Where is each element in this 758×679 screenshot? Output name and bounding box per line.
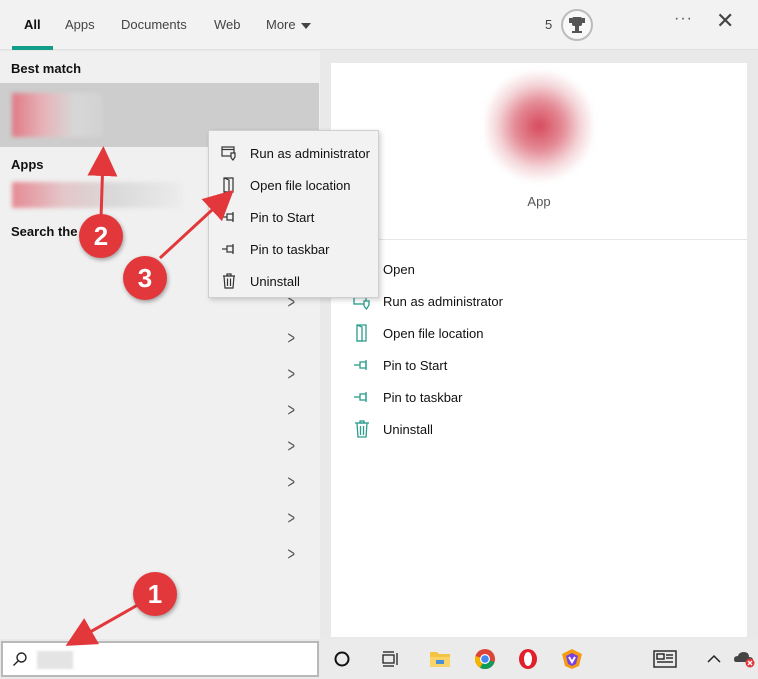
action-label: Open file location xyxy=(383,325,484,341)
search-box[interactable] xyxy=(1,641,319,677)
action-label: Run as administrator xyxy=(383,293,503,309)
shield-window-icon xyxy=(221,145,237,161)
search-icon xyxy=(12,651,28,667)
task-view-icon[interactable] xyxy=(378,647,402,671)
context-menu: Run as administrator Open file location … xyxy=(208,130,379,298)
chevron-right-icon[interactable]: > xyxy=(288,472,295,493)
action-open-file-location[interactable]: Open file location xyxy=(353,321,483,345)
chevron-right-icon[interactable]: > xyxy=(288,400,295,421)
action-pin-to-start[interactable]: Pin to Start xyxy=(353,353,447,377)
action-pin-to-taskbar[interactable]: Pin to taskbar xyxy=(353,385,463,409)
ctx-item-label: Run as administrator xyxy=(250,145,370,161)
tab-more-label: More xyxy=(266,17,296,32)
action-label: Open xyxy=(383,261,415,277)
ctx-item-label: Uninstall xyxy=(250,273,300,289)
tab-all[interactable]: All xyxy=(12,0,52,50)
tab-web[interactable]: Web xyxy=(214,0,241,50)
ctx-item-label: Pin to Start xyxy=(250,209,315,225)
chevron-right-icon[interactable]: > xyxy=(288,508,295,529)
ctx-item-label: Open file location xyxy=(250,177,351,193)
action-label: Pin to Start xyxy=(383,357,448,373)
ellipsis-icon[interactable]: ··· xyxy=(674,10,693,28)
opera-icon[interactable] xyxy=(516,647,540,671)
action-uninstall[interactable]: Uninstall xyxy=(353,417,433,441)
app-name: App xyxy=(527,194,551,209)
apps-heading: Apps xyxy=(11,157,44,172)
best-match-heading: Best match xyxy=(11,61,82,76)
app-icon-large xyxy=(486,71,592,181)
pin-icon xyxy=(353,388,371,406)
action-label: Uninstall xyxy=(383,421,433,437)
folder-icon xyxy=(353,324,371,342)
action-label: Pin to taskbar xyxy=(383,389,463,405)
cortana-icon[interactable] xyxy=(330,647,354,671)
chevron-right-icon[interactable]: > xyxy=(288,364,295,385)
chrome-icon[interactable] xyxy=(473,647,497,671)
annotation-badge-2: 2 xyxy=(79,214,123,258)
ctx-pin-to-start[interactable]: Pin to Start xyxy=(209,201,378,233)
rewards-trophy-icon[interactable] xyxy=(561,9,593,41)
ctx-item-label: Pin to taskbar xyxy=(250,241,330,257)
search-tab-bar: All Apps Documents Web More 5 ··· ✕ xyxy=(0,0,758,50)
ctx-pin-to-taskbar[interactable]: Pin to taskbar xyxy=(209,233,378,265)
pin-icon xyxy=(221,209,237,225)
chevron-up-icon[interactable] xyxy=(702,647,726,671)
file-explorer-icon[interactable] xyxy=(428,647,452,671)
rewards-points: 5 xyxy=(545,17,553,32)
tab-documents[interactable]: Documents xyxy=(121,0,187,50)
apps-result-blurred[interactable] xyxy=(12,182,182,208)
close-icon[interactable]: ✕ xyxy=(716,8,734,34)
tab-apps[interactable]: Apps xyxy=(65,0,95,50)
onedrive-error-icon[interactable] xyxy=(732,647,756,671)
pin-icon xyxy=(353,356,371,374)
search-input[interactable] xyxy=(37,651,73,669)
trash-icon xyxy=(221,273,237,289)
divider xyxy=(331,239,747,240)
avast-browser-icon[interactable] xyxy=(560,647,584,671)
trash-icon xyxy=(353,420,371,438)
annotation-badge-1: 1 xyxy=(133,572,177,616)
chevron-right-icon[interactable]: > xyxy=(288,328,295,349)
ctx-uninstall[interactable]: Uninstall xyxy=(209,265,378,297)
chevron-right-icon[interactable]: > xyxy=(288,544,295,565)
tab-more[interactable]: More xyxy=(266,0,311,50)
app-thumbnail-blurred xyxy=(12,93,102,137)
news-icon[interactable] xyxy=(653,647,677,671)
caret-down-icon xyxy=(300,22,311,29)
folder-icon xyxy=(221,177,237,193)
app-details-panel: App Open Run as administrator Open file … xyxy=(331,63,747,637)
taskbar xyxy=(320,639,758,679)
chevron-right-icon[interactable]: > xyxy=(288,436,295,457)
ctx-open-file-location[interactable]: Open file location xyxy=(209,169,378,201)
pin-icon xyxy=(221,241,237,257)
ctx-run-as-administrator[interactable]: Run as administrator xyxy=(209,137,378,169)
annotation-badge-3: 3 xyxy=(123,256,167,300)
